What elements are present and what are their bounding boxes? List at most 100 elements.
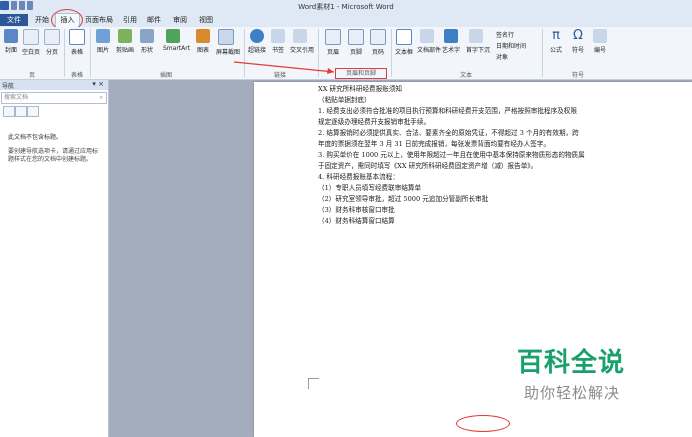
navigation-tabs [1,106,105,117]
date-time-button[interactable]: 日期和时间 [496,41,526,52]
group-label-illustrations: 插图 [159,72,172,79]
drop-cap-icon [469,29,483,43]
cover-page-icon [4,29,18,43]
group-label-text: 文本 [459,72,472,79]
tab-page-layout[interactable]: 页面布局 [84,14,114,26]
annotation-circle-footer [456,415,510,432]
equation-button[interactable]: π 公式 [546,28,566,55]
blank-page-icon [23,29,39,45]
object-button[interactable]: 对象 [496,52,526,63]
group-label-symbols: 符号 [571,72,584,79]
page-margin-corner [308,378,319,389]
page-break-button[interactable]: 分页 [42,29,62,56]
omega-icon: Ω [573,28,583,43]
search-input[interactable]: 搜索文档 ⌕ [1,92,107,104]
tab-pages[interactable] [15,106,27,117]
doc-line: （粘贴单据封底） [318,96,371,104]
doc-line: 4. 科研经费报账基本流程： [318,173,399,181]
tab-headings[interactable] [3,106,15,117]
cross-reference-icon [293,29,307,43]
smartart-button[interactable]: SmartArt [163,29,190,52]
group-label-tables: 表格 [70,72,83,79]
text-box-button[interactable]: 文本框 [394,29,414,56]
screenshot-icon [218,29,234,45]
doc-line: 1. 经费支出必须符合批准的项目执行预算和科研经费开支范围，严格按照审批程序及权… [318,107,577,115]
annotation-arrow [233,61,335,74]
tab-mailings[interactable]: 邮件 [145,14,163,26]
text-box-icon [396,29,412,45]
pi-icon: π [552,28,560,43]
numbering-button[interactable]: 编号 [590,29,610,54]
shapes-icon [140,29,154,43]
ribbon-insert: 封面 空白页 分页 表格 图片 剪贴画 形状 SmartArt 图表 屏幕截图 … [0,27,692,80]
tab-references[interactable]: 引用 [121,14,139,26]
navigation-pane-title: 导航 [2,83,15,90]
header-button[interactable]: 页眉 [323,29,343,56]
table-icon [69,29,85,45]
clip-art-button[interactable]: 剪贴画 [115,29,135,54]
cover-page-button[interactable]: 封面 [1,29,21,54]
doc-line: 年度的票据须在翌年 3 月 31 日前完成报销，每张发票背面均要有经办人签字。 [318,140,550,148]
document-page[interactable]: XX 研究所科研经费报账须知 （粘贴单据封底） 1. 经费支出必须符合批准的项目… [254,82,692,437]
quick-parts-button[interactable]: 文档部件 [417,29,441,54]
watermark-main: 百科全说 [517,348,626,378]
quick-parts-icon [420,29,434,43]
text-small-buttons: 签名行 日期和时间 对象 [496,30,526,63]
ribbon-separator [542,29,543,77]
group-label-pages: 页 [28,72,35,79]
picture-icon [96,29,110,43]
window-title: Word素材1 - Microsoft Word [298,3,394,11]
shapes-button[interactable]: 形状 [137,29,157,54]
page-number-button[interactable]: 页码 [368,29,388,56]
hyperlink-button[interactable]: 超链接 [247,29,267,54]
signature-line-button[interactable]: 签名行 [496,30,526,41]
doc-line: XX 研究所科研经费报账须知 [318,85,403,93]
close-icon[interactable]: ▾ × [92,80,104,88]
page-number-icon [370,29,386,45]
tab-results[interactable] [27,106,39,117]
numbering-icon [593,29,607,43]
smartart-icon [166,29,180,43]
table-button[interactable]: 表格 [67,29,87,56]
chart-icon [196,29,210,43]
doc-line: 3. 购买单价在 1000 元以上，使用年限超过一年且在使用中基本保持原来物质形… [318,151,585,159]
drop-cap-button[interactable]: 首字下沉 [466,29,490,54]
footer-icon [348,29,364,45]
tab-home[interactable]: 开始 [31,14,53,26]
title-bar: Word素材1 - Microsoft Word [0,0,692,14]
watermark-sub: 助你轻松解决 [524,384,621,402]
wordart-button[interactable]: 艺术字 [441,29,461,54]
doc-line: 于固定资产，需同时填写《XX 研究所科研经费固定资产增（减）报告单》。 [318,162,538,170]
chart-button[interactable]: 图表 [193,29,213,54]
picture-button[interactable]: 图片 [93,29,113,54]
ribbon-separator [90,29,91,77]
doc-line: （2）研究室领导审批，超过 5000 元追加分管副所长审批 [318,195,489,203]
navigation-pane-header: 导航 ▾ × [0,80,108,90]
navigation-pane: 导航 ▾ × 搜索文档 ⌕ 此文档不包含标题。 要创建导航选项卡，请通过应用标题… [0,80,109,437]
bookmark-button[interactable]: 书签 [268,29,288,54]
page-break-icon [44,29,60,45]
cross-reference-button[interactable]: 交叉引用 [290,29,314,54]
clip-art-icon [118,29,132,43]
doc-line: （4）财务科结算窗口结算 [318,217,395,225]
doc-line: （1）专职人员填写经费联审结算单 [318,184,422,192]
blank-page-button[interactable]: 空白页 [21,29,41,56]
tab-file[interactable]: 文件 [0,14,28,26]
doc-line: 2. 结算报销时必须提供真实、合法、要素齐全的原始凭证，不得超过 3 个月的有效… [318,129,579,137]
tab-view[interactable]: 视图 [197,14,215,26]
no-headings-message: 此文档不包含标题。 [8,134,63,141]
screenshot-button[interactable]: 屏幕截图 [216,29,240,56]
symbol-button[interactable]: Ω 符号 [568,28,588,55]
group-label-header-footer: 页眉和页脚 [335,68,387,79]
ribbon-separator [391,29,392,77]
navigation-hint: 要创建导航选项卡，请通过应用标题样式在您的文档中创建标题。 [8,148,99,163]
bookmark-icon [271,29,285,43]
doc-line: （3）财务科审核窗口审批 [318,206,395,214]
wordart-icon [444,29,458,43]
search-icon[interactable]: ⌕ [100,93,103,103]
ribbon-tab-row: 文件 开始 插入 页面布局 引用 邮件 审阅 视图 [0,13,692,28]
header-icon [325,29,341,45]
hyperlink-icon [250,29,264,43]
footer-button[interactable]: 页脚 [346,29,366,56]
tab-review[interactable]: 审阅 [171,14,189,26]
